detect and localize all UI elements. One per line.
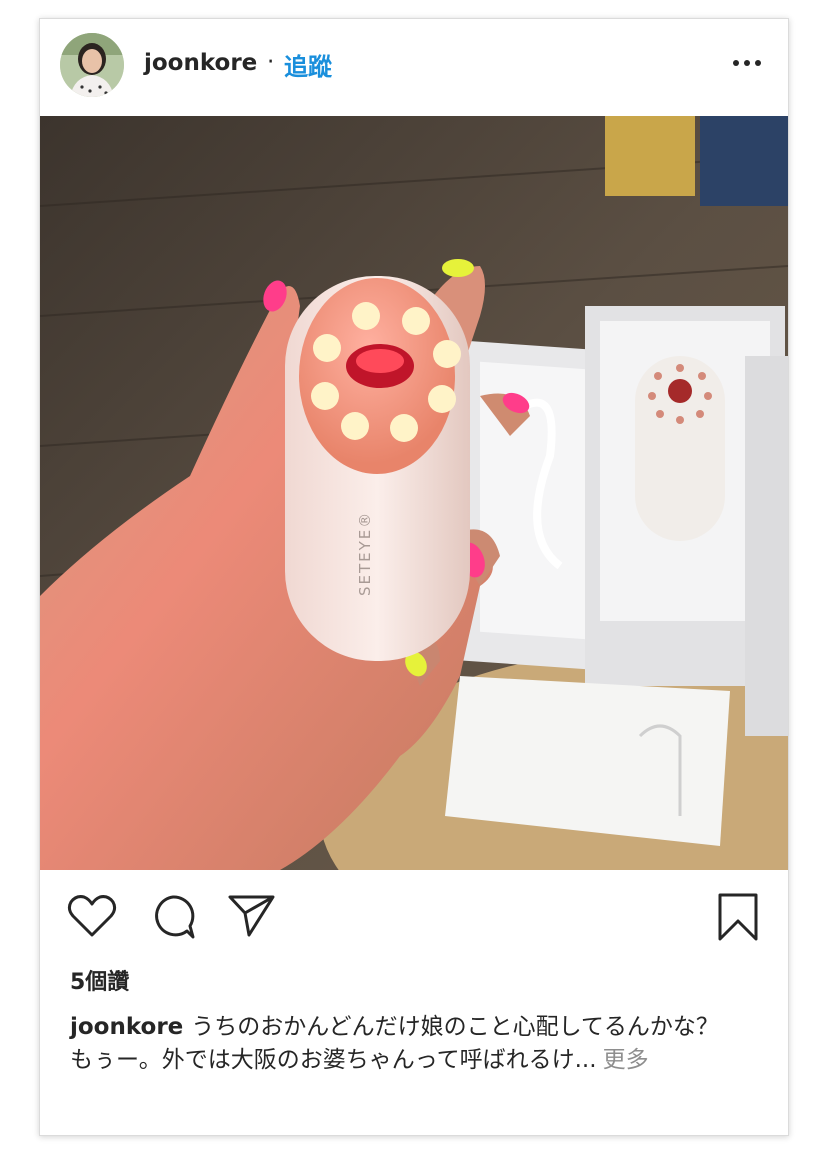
- heart-icon[interactable]: [67, 893, 117, 943]
- post-header: joonkore · 追蹤: [40, 19, 788, 116]
- device-brand-label: SETEYE®: [356, 511, 374, 596]
- avatar[interactable]: [60, 33, 124, 97]
- more-options-icon[interactable]: [730, 51, 764, 75]
- bookmark-icon[interactable]: [716, 892, 760, 946]
- more-link[interactable]: 更多: [603, 1047, 649, 1073]
- post-card: joonkore · 追蹤 SETEYE® 5個讚 joonkore うちのおか…: [39, 18, 789, 1136]
- caption-line-1: うちのおかんどんだけ娘のこと心配してるんかな？: [191, 1014, 719, 1040]
- like-count[interactable]: 5個讚: [70, 964, 129, 996]
- follow-button[interactable]: 追蹤: [284, 47, 332, 82]
- comment-icon[interactable]: [149, 893, 197, 945]
- post-username[interactable]: joonkore: [144, 50, 257, 76]
- post-caption: joonkore うちのおかんどんだけ娘のこと心配してるんかな？ もぅー。外では大…: [70, 1011, 760, 1077]
- action-bar: [40, 870, 788, 970]
- post-photo[interactable]: SETEYE®: [40, 116, 788, 870]
- paper-plane-icon[interactable]: [227, 891, 277, 943]
- caption-username[interactable]: joonkore: [70, 1014, 183, 1040]
- separator-dot: ·: [267, 49, 275, 75]
- caption-line-2: もぅー。外では大阪のお婆ちゃんって呼ばれるけ...: [70, 1047, 597, 1073]
